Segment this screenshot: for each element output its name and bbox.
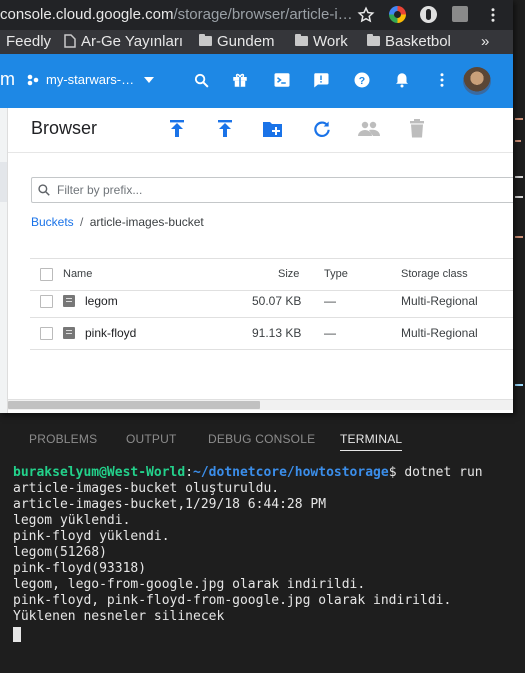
terminal-line: article-images-bucket,1/29/18 6:44:28 PM (13, 497, 327, 512)
file-type: — (324, 326, 336, 340)
terminal-line: article-images-bucket oluşturuldu. (13, 481, 280, 496)
breadcrumb-separator: / (80, 215, 84, 229)
terminal-line: legom(51268) (13, 545, 107, 560)
svg-text:?: ? (359, 75, 365, 87)
filter-input[interactable]: Filter by prefix... (31, 177, 513, 203)
terminal-prompt-line: burakselyum@West-World:~/dotnetcore/howt… (13, 465, 523, 481)
privacy-extension-icon[interactable] (420, 6, 437, 23)
terminal-line: pink-floyd(93318) (13, 561, 147, 576)
upload-files-icon[interactable] (168, 119, 186, 139)
refresh-icon[interactable] (312, 119, 332, 139)
table-row[interactable]: legom 50.07 KB — Multi-Regional (30, 285, 513, 318)
url-path: /storage/browser/article-i… (173, 6, 353, 23)
prompt-separator: : (185, 465, 194, 480)
prompt-command: dotnet run (396, 465, 483, 480)
folder-icon (367, 34, 380, 46)
page-title: Browser (31, 118, 98, 138)
bookmark-label: Gundem (217, 33, 275, 50)
search-icon (38, 184, 50, 196)
url-host: console.cloud.google.com (0, 6, 174, 23)
bookmark-label: Feedly (6, 33, 52, 50)
prompt-path: ~/dotnetcore/howtostorage (193, 465, 389, 480)
tab-problems[interactable]: PROBLEMS (29, 432, 97, 446)
row-checkbox[interactable] (40, 327, 53, 340)
scrollbar-thumb[interactable] (8, 401, 260, 409)
panel-tabs: PROBLEMS OUTPUT DEBUG CONSOLE TERMINAL (0, 425, 525, 453)
folder-icon (295, 34, 308, 46)
page-icon (64, 34, 76, 48)
file-icon (63, 327, 75, 339)
file-type: — (324, 294, 336, 308)
more-vert-icon[interactable] (433, 71, 451, 89)
breadcrumb-buckets[interactable]: Buckets (31, 215, 74, 229)
terminal-line: pink-floyd yüklendi. (13, 529, 170, 544)
grammar-extension-icon[interactable] (452, 6, 468, 22)
project-name: my-starwars-… (46, 72, 135, 87)
file-size: 50.07 KB (252, 294, 302, 308)
file-storage-class: Multi-Regional (401, 326, 478, 340)
terminal-line: pink-floyd, pink-floyd-from-google.jpg o… (13, 593, 452, 608)
project-icon (27, 74, 39, 86)
select-all-checkbox[interactable] (40, 268, 53, 281)
bookmarks-overflow[interactable]: » (481, 33, 489, 51)
folder-icon (199, 34, 212, 46)
file-icon (63, 295, 75, 307)
file-size: 91.13 KB (252, 326, 302, 340)
permissions-icon[interactable] (357, 120, 381, 138)
bookmark-arge[interactable]: Ar-Ge Yayınları (64, 33, 183, 51)
url-text[interactable]: console.cloud.google.com/storage/browser… (0, 4, 355, 26)
terminal-line: legom yüklendi. (13, 513, 131, 528)
terminal-output[interactable]: burakselyum@West-World:~/dotnetcore/howt… (13, 465, 523, 642)
terminal-cursor (13, 627, 21, 642)
bookmark-label: Work (313, 33, 348, 50)
notifications-icon[interactable] (393, 71, 411, 89)
breadcrumb: Buckets / article-images-bucket (31, 215, 204, 229)
bookmarks-bar: Feedly Ar-Ge Yayınları Gundem Work Baske… (0, 30, 513, 54)
bookmark-star-icon[interactable] (357, 6, 375, 24)
terminal-line: legom, lego-from-google.jpg olarak indir… (13, 577, 366, 592)
prompt-symbol: $ (388, 465, 397, 480)
bookmark-label: Ar-Ge Yayınları (81, 33, 183, 50)
row-checkbox[interactable] (40, 295, 53, 308)
bookmark-label: Basketbol (385, 33, 451, 50)
browser-window: console.cloud.google.com/storage/browser… (0, 0, 513, 413)
breadcrumb-current: article-images-bucket (89, 215, 204, 229)
tab-terminal[interactable]: TERMINAL (340, 432, 403, 451)
delete-icon[interactable] (409, 119, 425, 139)
chevron-down-icon (144, 77, 154, 83)
browser-menu-icon[interactable] (484, 6, 502, 24)
upload-folder-icon[interactable] (216, 119, 234, 139)
help-icon[interactable]: ? (353, 71, 371, 89)
gift-icon[interactable] (231, 71, 249, 89)
search-icon[interactable] (193, 72, 210, 89)
filter-placeholder: Filter by prefix... (57, 183, 143, 197)
cloud-console-header: m my-starwars-… ? (0, 54, 513, 108)
file-name[interactable]: pink-floyd (85, 317, 136, 349)
left-nav (0, 108, 8, 413)
file-name[interactable]: legom (85, 285, 118, 317)
tab-debug-console[interactable]: DEBUG CONSOLE (208, 432, 315, 446)
tab-output[interactable]: OUTPUT (126, 432, 177, 446)
storage-browser: Browser Filter by prefix... Buckets / ar… (8, 108, 513, 413)
extension-icon[interactable] (389, 6, 406, 23)
bookmark-work[interactable]: Work (295, 33, 348, 51)
toolbar: Browser (8, 108, 513, 153)
bookmark-feedly[interactable]: Feedly (6, 33, 51, 51)
prompt-user: burakselyum@West-World (13, 465, 186, 480)
cloud-shell-icon[interactable] (273, 71, 291, 89)
bookmark-basketbol[interactable]: Basketbol (367, 33, 451, 51)
console-logo[interactable]: m (0, 69, 15, 90)
feedback-icon[interactable] (312, 71, 330, 89)
terminal-line: Yüklenen nesneler silinecek (13, 609, 225, 624)
bookmark-gundem[interactable]: Gundem (199, 33, 275, 51)
avatar[interactable] (463, 67, 491, 95)
create-folder-icon[interactable] (262, 120, 284, 138)
file-storage-class: Multi-Regional (401, 294, 478, 308)
address-bar[interactable]: console.cloud.google.com/storage/browser… (0, 0, 513, 30)
table-row[interactable]: pink-floyd 91.13 KB — Multi-Regional (30, 317, 513, 350)
editor-background (513, 0, 525, 420)
horizontal-scrollbar[interactable] (8, 399, 513, 410)
